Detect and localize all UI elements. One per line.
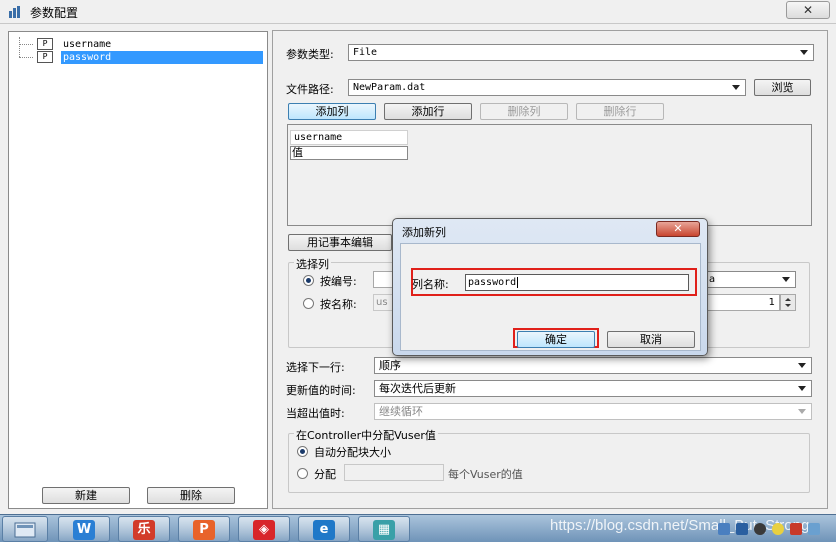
by-number-radio[interactable] [303,275,314,286]
first-line-input[interactable]: 1 [704,294,780,311]
column-name-label: 列名称: [412,278,449,291]
taskbar: W 乐 P ◈ e ▦ https://blog.csdn.net/Small_But_S… [0,514,836,542]
window-titlebar: 参数配置 ✕ [0,0,836,24]
grid-cell[interactable]: 值 [290,146,408,160]
spinner-arrows-icon [785,298,791,307]
new-button[interactable]: 新建 [42,487,130,504]
by-name-label: 按名称: [320,298,357,311]
update-value-value: 每次迭代后更新 [379,382,456,395]
delimiter-select[interactable]: a [704,271,796,288]
param-type-label: 参数类型: [286,48,334,61]
dialog-body: 列名称: password 确定 取消 [400,243,701,351]
auto-allocate-radio[interactable] [297,446,308,457]
app-icon [9,6,20,18]
column-name-value: password [468,277,517,288]
tray-flag-icon[interactable] [808,523,820,535]
add-row-button[interactable]: 添加行 [384,103,472,120]
chevron-down-icon [732,85,740,90]
delete-button[interactable]: 删除 [147,487,235,504]
out-of-values-value: 继续循环 [379,405,423,418]
add-column-dialog: 添加新列 ✕ 列名称: password 确定 取消 [392,218,708,356]
taskbar-app-button[interactable]: 乐 [118,516,170,542]
taskbar-app-button[interactable]: ◈ [238,516,290,542]
music-icon: 乐 [133,520,155,540]
delimiter-value: a [709,274,716,285]
window-switch-icon [14,522,36,538]
add-column-button[interactable]: 添加列 [288,103,376,120]
w-icon: W [73,520,95,540]
tray-volume-icon[interactable] [736,523,748,535]
by-number-label: 按编号: [320,275,357,288]
window-title: 参数配置 [30,6,79,20]
parameter-tree[interactable]: P username P password [8,31,268,509]
notepad-edit-button[interactable]: 用记事本编辑 [288,234,392,251]
update-value-label: 更新值的时间: [286,384,356,397]
file-path-select[interactable]: NewParam.dat [348,79,746,96]
chevron-down-icon [800,50,808,55]
tree-item-password[interactable]: P password [19,51,263,64]
taskbar-app-button[interactable] [2,516,48,542]
data-grid[interactable]: username 值 [287,124,812,226]
watermark-text: https://blog.csdn.net/Small_But_Strong [550,517,810,534]
taskbar-app-button[interactable]: P [178,516,230,542]
chevron-down-icon [798,363,806,368]
window-close-button[interactable]: ✕ [786,1,830,19]
allocate-label: 分配 [314,468,336,481]
tree-item-label: password [61,51,263,64]
delete-column-button[interactable]: 删除列 [480,103,568,120]
select-column-group-label: 选择列 [294,256,331,272]
column-name-input[interactable]: password [465,274,689,291]
ie-icon: e [313,520,335,540]
delete-row-button[interactable]: 删除行 [576,103,664,120]
chevron-down-icon [798,409,806,414]
tray-app-icon[interactable] [754,523,766,535]
next-row-value: 顺序 [379,359,401,372]
tray-network-icon[interactable] [718,523,730,535]
tray-security-icon[interactable] [790,523,802,535]
out-of-values-select[interactable]: 继续循环 [374,403,812,420]
ok-button[interactable]: 确定 [517,331,595,348]
parameter-icon: P [37,51,53,63]
next-row-select[interactable]: 顺序 [374,357,812,374]
auto-allocate-label: 自动分配块大小 [314,446,391,459]
parameter-icon: P [37,38,53,50]
tree-branch-line [19,44,33,45]
per-vuser-label: 每个Vuser的值 [448,468,523,481]
tray-qq-icon[interactable] [772,523,784,535]
allocate-radio[interactable] [297,468,308,479]
taskbar-app-button[interactable]: W [58,516,110,542]
param-type-select[interactable]: File [348,44,814,61]
tree-item-label: username [63,39,112,50]
param-type-value: File [353,47,378,58]
first-line-spinner[interactable] [780,294,796,311]
app-icon: ▦ [373,520,395,540]
taskbar-app-button[interactable]: ▦ [358,516,410,542]
file-path-value: NewParam.dat [353,82,426,93]
file-path-label: 文件路径: [286,83,334,96]
controller-group-label: 在Controller中分配Vuser值 [294,427,438,443]
grid-column-header[interactable]: username [290,130,408,145]
text-cursor [517,277,519,288]
dialog-close-button[interactable]: ✕ [656,221,700,237]
allocate-input[interactable] [344,464,444,481]
tree-item-username[interactable]: P username [19,38,263,51]
tree-branch-line [19,57,33,58]
loadrunner-icon: ◈ [253,520,275,540]
taskbar-app-button[interactable]: e [298,516,350,542]
next-row-label: 选择下一行: [286,361,345,374]
chevron-down-icon [798,386,806,391]
chevron-down-icon [782,277,790,282]
p-icon: P [193,520,215,540]
browse-button[interactable]: 浏览 [754,79,811,96]
by-name-radio[interactable] [303,298,314,309]
out-of-values-label: 当超出值时: [286,407,345,420]
dialog-title: 添加新列 [402,226,446,239]
update-value-select[interactable]: 每次迭代后更新 [374,380,812,397]
cancel-button[interactable]: 取消 [607,331,695,348]
